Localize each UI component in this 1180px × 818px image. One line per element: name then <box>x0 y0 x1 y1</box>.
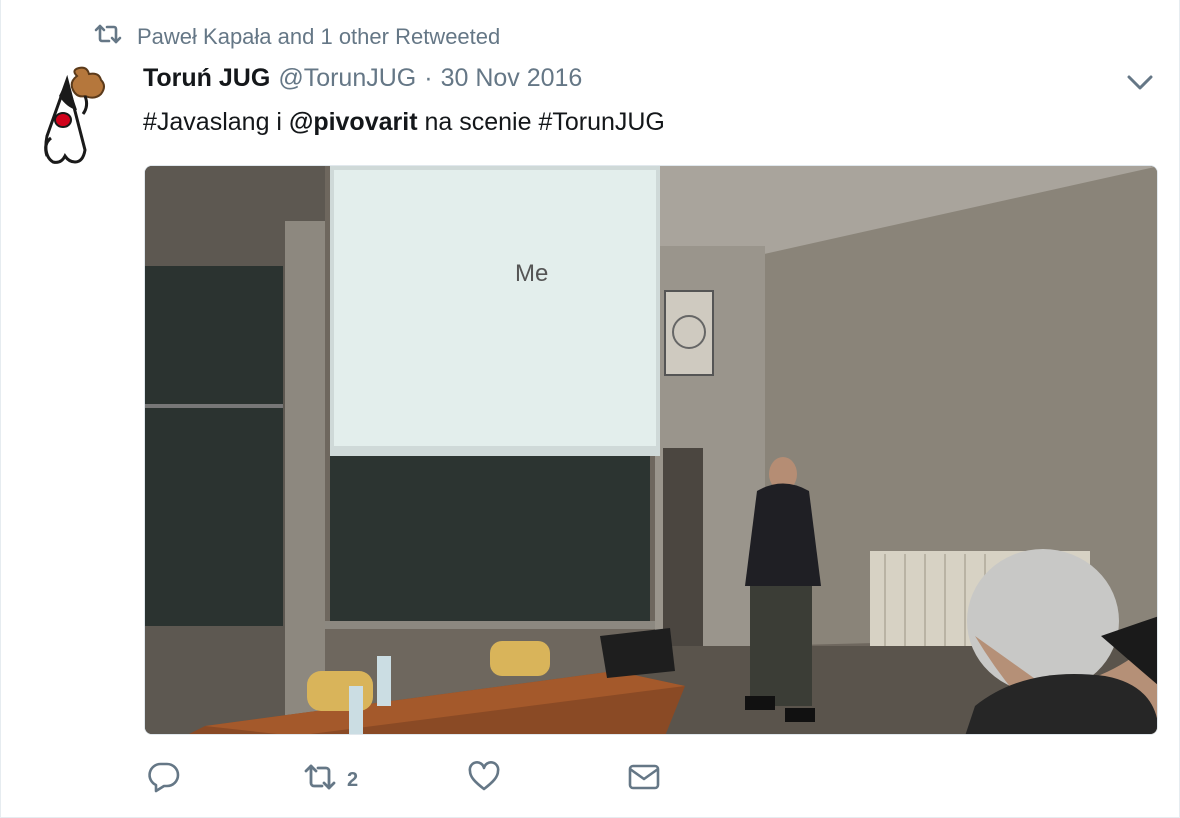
retweet-count: 2 <box>347 768 359 791</box>
retweet-context[interactable]: Paweł Kapała and 1 other Retweeted <box>93 22 500 52</box>
slide-text: Me <box>515 260 548 287</box>
reply-button[interactable] <box>147 760 303 800</box>
retweet-context-text: Paweł Kapała and 1 other Retweeted <box>137 24 501 49</box>
separator-dot: · <box>424 64 433 92</box>
heart-icon <box>467 760 501 800</box>
author-name[interactable]: Toruń JUG <box>143 64 270 93</box>
retweet-icon <box>303 760 337 800</box>
retweet-icon <box>93 22 123 52</box>
action-bar: 2 <box>147 760 687 800</box>
hashtag-javaslang[interactable]: #Javaslang <box>143 108 269 136</box>
text-connector: i <box>269 108 289 136</box>
retweet-button[interactable]: 2 <box>303 760 467 800</box>
reply-icon <box>147 760 181 800</box>
tweet-card[interactable]: Paweł Kapała and 1 other Retweeted Toruń… <box>0 0 1180 818</box>
tweet-header: Toruń JUG @TorunJUG · 30 Nov 2016 <box>143 64 582 100</box>
tweet-text: #Javaslang i @pivovarit na scenie #Torun… <box>143 108 665 137</box>
hashtag-torunjug[interactable]: #TorunJUG <box>538 108 664 136</box>
tweet-photo[interactable]: Me <box>144 165 1158 735</box>
author-handle[interactable]: @TorunJUG <box>278 64 416 93</box>
tweet-date[interactable]: 30 Nov 2016 <box>441 64 583 93</box>
chevron-down-icon[interactable] <box>1123 70 1157 96</box>
direct-message-button[interactable] <box>627 760 687 800</box>
like-button[interactable] <box>467 760 627 800</box>
mention-pivovarit[interactable]: @pivovarit <box>289 108 418 136</box>
envelope-icon <box>627 760 661 800</box>
avatar[interactable] <box>37 66 109 166</box>
text-rest: na scenie <box>417 108 539 136</box>
